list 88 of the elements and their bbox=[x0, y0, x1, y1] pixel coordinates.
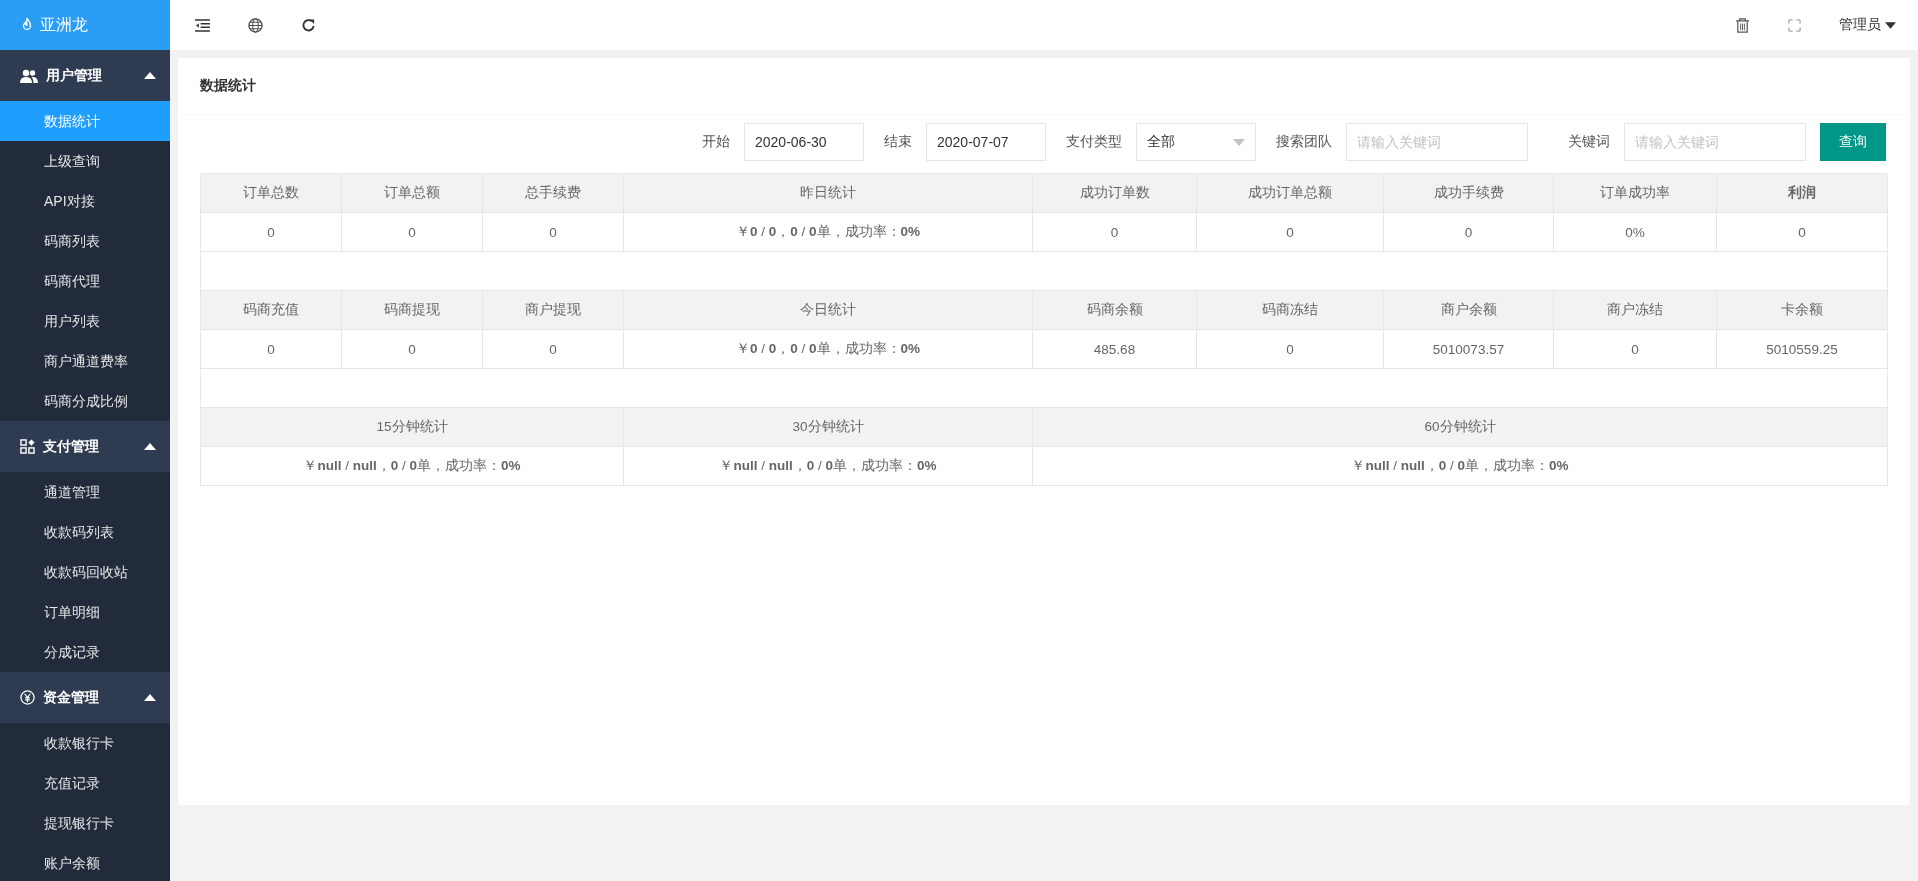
team-label: 搜索团队 bbox=[1276, 133, 1332, 151]
sidebar-item[interactable]: 码商分成比例 bbox=[0, 381, 170, 421]
sidebar-group[interactable]: 资金管理 bbox=[0, 672, 170, 723]
sidebar-item[interactable]: 收款银行卡 bbox=[0, 723, 170, 763]
sidebar-item[interactable]: 通道管理 bbox=[0, 472, 170, 512]
trash-icon[interactable] bbox=[1735, 17, 1750, 33]
table-cell: 0 bbox=[200, 329, 342, 369]
table-header-cell: 总手续费 bbox=[482, 173, 624, 213]
table-cell: ￥null / null，0 / 0单，成功率：0% bbox=[1032, 446, 1888, 486]
table-cell: 5010073.57 bbox=[1383, 329, 1554, 369]
query-button[interactable]: 查询 bbox=[1820, 123, 1886, 161]
sidebar-item[interactable]: API对接 bbox=[0, 181, 170, 221]
pay-type-select[interactable]: 全部 bbox=[1136, 123, 1256, 161]
end-label: 结束 bbox=[884, 133, 912, 151]
table-cell: 0 bbox=[1383, 212, 1554, 252]
end-date-field[interactable]: 2020-07-07 bbox=[926, 123, 1046, 161]
table-header-cell: 今日统计 bbox=[623, 290, 1033, 330]
table-cell: ￥null / null，0 / 0单，成功率：0% bbox=[200, 446, 624, 486]
table-header-cell: 成功订单数 bbox=[1032, 173, 1197, 213]
table-cell: 0 bbox=[1196, 212, 1384, 252]
group-label: 资金管理 bbox=[43, 688, 100, 707]
table-header-cell: 昨日统计 bbox=[623, 173, 1033, 213]
users-icon bbox=[20, 68, 38, 83]
sidebar-item[interactable]: 码商列表 bbox=[0, 221, 170, 261]
table-cell: ￥null / null，0 / 0单，成功率：0% bbox=[623, 446, 1033, 486]
user-menu[interactable]: 管理员 bbox=[1839, 16, 1896, 34]
sidebar-item[interactable]: 上级查询 bbox=[0, 141, 170, 181]
sidebar-item[interactable]: 用户列表 bbox=[0, 301, 170, 341]
caret-down-icon bbox=[1233, 138, 1245, 146]
apps-icon bbox=[20, 439, 35, 454]
table-header-cell: 码商充值 bbox=[200, 290, 342, 330]
table-cell: 0% bbox=[1553, 212, 1717, 252]
flame-icon bbox=[20, 17, 34, 33]
sidebar-item[interactable]: 收款码列表 bbox=[0, 512, 170, 552]
table-cell: 0 bbox=[200, 212, 342, 252]
sidebar-item[interactable]: 订单明细 bbox=[0, 592, 170, 632]
sidebar-item[interactable]: 收款码回收站 bbox=[0, 552, 170, 592]
table-header-cell: 码商冻结 bbox=[1196, 290, 1384, 330]
sidebar-item[interactable]: 账户余额 bbox=[0, 843, 170, 881]
table-header-cell: 成功订单总额 bbox=[1196, 173, 1384, 213]
table-header-cell: 订单总数 bbox=[200, 173, 342, 213]
brand-name: 亚洲龙 bbox=[40, 14, 88, 35]
table-cell: 0 bbox=[1553, 329, 1717, 369]
table-header-cell: 卡余额 bbox=[1716, 290, 1888, 330]
table-cell: 0 bbox=[1032, 212, 1197, 252]
sidebar-item[interactable]: 码商代理 bbox=[0, 261, 170, 301]
sidebar-group[interactable]: 用户管理 bbox=[0, 50, 170, 101]
table-header-cell: 商户提现 bbox=[482, 290, 624, 330]
table-header-cell: 利润 bbox=[1716, 173, 1888, 213]
table-header-cell: 码商余额 bbox=[1032, 290, 1197, 330]
sidebar-item[interactable]: 提现银行卡 bbox=[0, 803, 170, 843]
table-header-cell: 订单总额 bbox=[341, 173, 483, 213]
table-cell: 0 bbox=[1716, 212, 1888, 252]
sidebar-item[interactable]: 充值记录 bbox=[0, 763, 170, 803]
table-cell: 0 bbox=[482, 212, 624, 252]
menu-icon[interactable] bbox=[195, 18, 210, 32]
start-label: 开始 bbox=[702, 133, 730, 151]
refresh-icon[interactable] bbox=[301, 17, 316, 33]
page-title: 数据统计 bbox=[200, 77, 256, 95]
table-header-cell: 码商提现 bbox=[341, 290, 483, 330]
pay-type-label: 支付类型 bbox=[1066, 133, 1122, 151]
sidebar-item[interactable]: 分成记录 bbox=[0, 632, 170, 672]
table-header-cell: 15分钟统计 bbox=[200, 407, 624, 447]
caret-down-icon bbox=[1885, 21, 1896, 29]
table-cell: 0 bbox=[1196, 329, 1384, 369]
table-cell: 0 bbox=[341, 212, 483, 252]
group-label: 用户管理 bbox=[46, 66, 103, 85]
table-cell: ￥0 / 0，0 / 0单，成功率：0% bbox=[623, 212, 1033, 252]
sidebar-group[interactable]: 支付管理 bbox=[0, 421, 170, 472]
table-cell: 5010559.25 bbox=[1716, 329, 1888, 369]
group-label: 支付管理 bbox=[43, 437, 100, 456]
table-header-cell: 商户冻结 bbox=[1553, 290, 1717, 330]
table-cell: ￥0 / 0，0 / 0单，成功率：0% bbox=[623, 329, 1033, 369]
table-header-cell: 30分钟统计 bbox=[623, 407, 1033, 447]
table-header-cell: 商户余额 bbox=[1383, 290, 1554, 330]
yen-icon bbox=[20, 690, 35, 705]
team-search-field[interactable]: 请输入关键词 bbox=[1346, 123, 1528, 161]
table-cell: 0 bbox=[482, 329, 624, 369]
table-header-cell: 成功手续费 bbox=[1383, 173, 1554, 213]
start-date-field[interactable]: 2020-06-30 bbox=[744, 123, 864, 161]
sidebar-item[interactable]: 商户通道费率 bbox=[0, 341, 170, 381]
table-cell: 485.68 bbox=[1032, 329, 1197, 369]
table-header-cell: 订单成功率 bbox=[1553, 173, 1717, 213]
keyword-field[interactable]: 请输入关键词 bbox=[1624, 123, 1806, 161]
keyword-label: 关键词 bbox=[1568, 133, 1610, 151]
table-header-cell: 60分钟统计 bbox=[1032, 407, 1888, 447]
globe-icon[interactable] bbox=[248, 17, 263, 33]
table-cell: 0 bbox=[341, 329, 483, 369]
